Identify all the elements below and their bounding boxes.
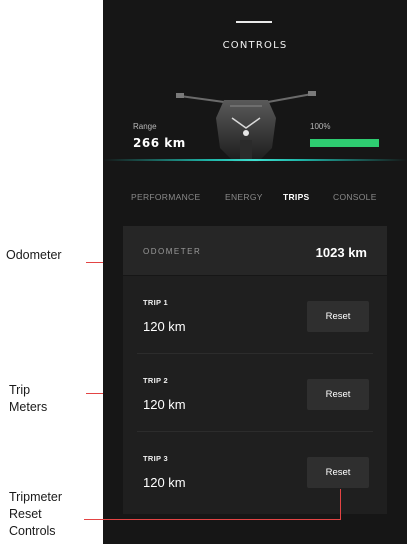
- annotation-reset-pointer-up: [340, 489, 341, 520]
- odometer-card: ODOMETER 1023 km: [123, 226, 387, 275]
- annotation-reset-line2: Reset: [9, 507, 42, 521]
- trip-1-reset-button[interactable]: Reset: [307, 301, 369, 332]
- phone-screen: CONTROLS Range 266 km 100% PERFORMANCE E…: [103, 0, 407, 544]
- trip-2-reset-button[interactable]: Reset: [307, 379, 369, 410]
- battery-bar: [310, 139, 379, 147]
- annotation-trip-meters-line2: Meters: [9, 400, 48, 414]
- tab-performance[interactable]: PERFORMANCE: [131, 192, 200, 202]
- trip-label: TRIP 2: [143, 376, 169, 385]
- range-value: 266 km: [133, 136, 186, 150]
- annotation-reset-controls: Tripmeter Reset Controls: [9, 489, 62, 540]
- trip-value: 120 km: [143, 319, 186, 334]
- range-label: Range: [133, 122, 157, 131]
- trip-3-reset-button[interactable]: Reset: [307, 457, 369, 488]
- trips-card: TRIP 1 120 km Reset TRIP 2 120 km Reset …: [123, 276, 387, 514]
- annotation-odometer: Odometer: [6, 248, 62, 262]
- ground-glow: [103, 159, 407, 161]
- trip-value: 120 km: [143, 397, 186, 412]
- trip-label: TRIP 1: [143, 298, 169, 307]
- annotation-trip-meters: Trip Meters: [9, 382, 47, 416]
- trip-row: TRIP 2 120 km Reset: [123, 354, 387, 432]
- annotation-trip-meters-line1: Trip: [9, 383, 31, 397]
- annotation-reset-line3: Controls: [9, 524, 56, 538]
- top-indicator: [236, 21, 272, 23]
- tab-console[interactable]: CONSOLE: [333, 192, 377, 202]
- trip-row: TRIP 3 120 km Reset: [123, 432, 387, 510]
- odometer-label: ODOMETER: [143, 247, 202, 256]
- screen-title: CONTROLS: [222, 40, 288, 51]
- tab-bar: PERFORMANCE ENERGY TRIPS CONSOLE: [103, 192, 407, 206]
- trip-value: 120 km: [143, 475, 186, 490]
- odometer-value: 1023 km: [315, 245, 367, 260]
- tab-trips[interactable]: TRIPS: [283, 192, 310, 202]
- battery-fill: [310, 139, 379, 147]
- trip-label: TRIP 3: [143, 454, 169, 463]
- tab-energy[interactable]: ENERGY: [225, 192, 263, 202]
- battery-label: 100%: [310, 122, 331, 131]
- motorcycle-front-image: [176, 91, 316, 162]
- annotation-reset-pointer: [84, 519, 340, 520]
- trip-row: TRIP 1 120 km Reset: [123, 276, 387, 354]
- annotation-reset-line1: Tripmeter: [9, 490, 63, 504]
